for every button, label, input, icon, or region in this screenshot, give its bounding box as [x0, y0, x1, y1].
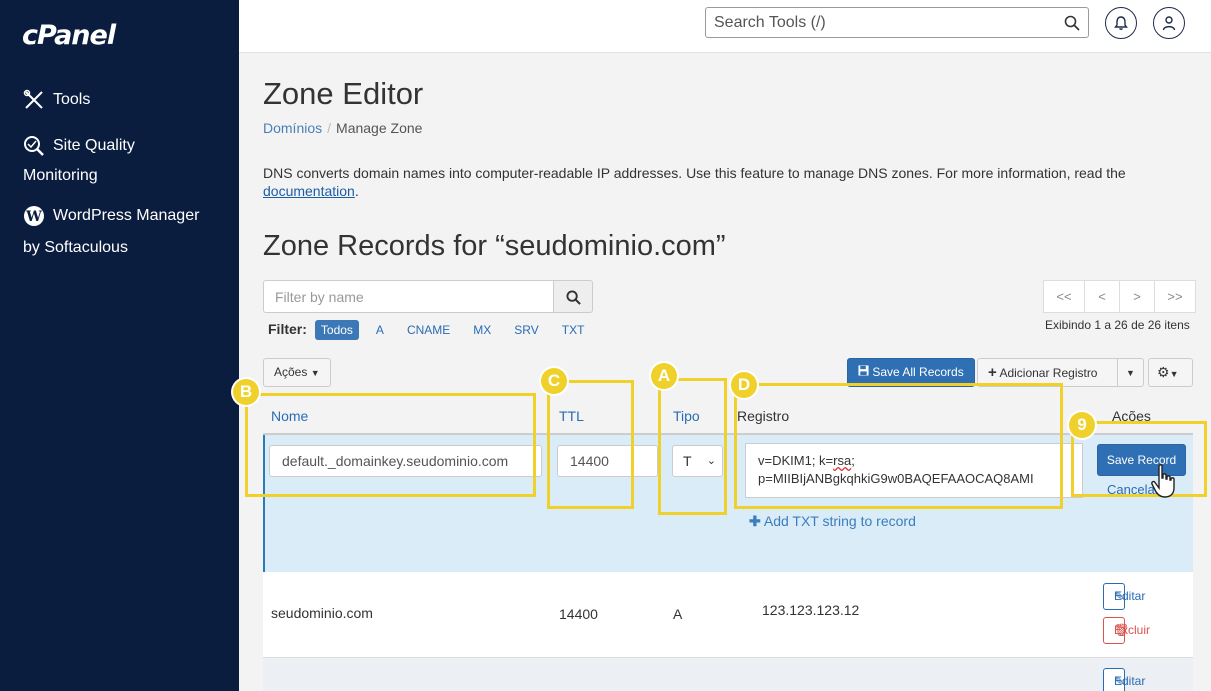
wordpress-icon: W — [23, 205, 45, 227]
filter-chip-cname[interactable]: CNAME — [401, 320, 456, 340]
type-filter-row: Filter: Todos A CNAME MX SRV TXT — [268, 320, 601, 340]
table-row: ✎ Editar — [263, 657, 1193, 691]
row-name: seudominio.com — [271, 605, 373, 621]
breadcrumb: Domínios / Manage Zone — [263, 120, 422, 136]
filter-chip-mx[interactable]: MX — [467, 320, 497, 340]
annotation-badge-c: C — [541, 368, 567, 394]
filter-chip-srv[interactable]: SRV — [508, 320, 544, 340]
documentation-link[interactable]: documentation — [263, 183, 355, 199]
annotation-badge-9: 9 — [1069, 412, 1095, 438]
svg-text:W: W — [25, 209, 42, 225]
filter-label: Filter: — [268, 321, 307, 337]
actions-label: Ações — [274, 365, 308, 379]
hand-cursor-icon — [1151, 464, 1175, 498]
annotation-badge-b: B — [233, 379, 259, 405]
caret-down-icon: ▼ — [1126, 368, 1135, 378]
tools-icon — [23, 89, 45, 111]
settings-dropdown-button[interactable]: ⚙▼ — [1148, 358, 1193, 387]
row-ttl: 14400 — [559, 606, 598, 622]
pagination: << < > >> — [1043, 280, 1196, 313]
annotation-box-b — [245, 393, 536, 497]
description-text: DNS converts domain names into computer-… — [263, 165, 1126, 181]
filter-chip-txt[interactable]: TXT — [556, 320, 591, 340]
add-record-label: Adicionar Registro — [999, 366, 1098, 380]
cpanel-logo[interactable]: cPanel — [22, 20, 116, 51]
first-page-button[interactable]: << — [1043, 280, 1085, 313]
edit-button[interactable]: ✎ Editar — [1103, 583, 1145, 610]
row-type: A — [673, 606, 683, 622]
add-record-dropdown-button[interactable]: ▼ — [1117, 358, 1144, 387]
edit-label: Editar — [1114, 674, 1146, 688]
filter-by-name-field[interactable] — [263, 280, 554, 313]
page-description: DNS converts domain names into computer-… — [263, 164, 1193, 200]
annotation-box-c — [547, 380, 634, 509]
filter-chip-a[interactable]: A — [370, 320, 390, 340]
sidebar-item-label: WordPress Manager — [53, 207, 200, 224]
search-icon[interactable] — [1064, 15, 1080, 31]
plus-icon: + — [988, 364, 997, 381]
search-tools-box[interactable] — [705, 7, 1089, 38]
sidebar-item-label: Tools — [53, 91, 91, 108]
actions-dropdown-button[interactable]: Ações ▼ — [263, 358, 331, 387]
save-all-label: Save All Records — [872, 365, 964, 379]
row-record: 123.123.123.12 — [762, 602, 860, 618]
main-content: Zone Editor Domínios / Manage Zone DNS con… — [239, 54, 1211, 691]
breadcrumb-domains-link[interactable]: Domínios — [263, 120, 322, 136]
table-row: seudominio.com 14400 A 123.123.123.12 ✎ … — [263, 572, 1193, 657]
delete-button[interactable]: 🗑 Excluir — [1103, 617, 1150, 644]
sidebar-item-label: Site Quality — [53, 137, 135, 154]
description-end: . — [354, 183, 359, 199]
annotation-badge-d: D — [731, 372, 757, 398]
filter-search-button[interactable] — [553, 280, 593, 313]
zone-records-title: Zone Records for “seudominio.com” — [263, 230, 726, 262]
filter-chip-todos[interactable]: Todos — [314, 320, 359, 340]
breadcrumb-separator: / — [327, 120, 332, 136]
sidebar-item-site-quality[interactable]: Site Quality — [23, 131, 135, 161]
annotation-box-a — [658, 378, 727, 515]
user-menu-button[interactable] — [1153, 7, 1185, 39]
plus-icon: ✚ — [749, 513, 761, 529]
next-page-button[interactable]: > — [1119, 280, 1155, 313]
sidebar-item-label-line2[interactable]: Monitoring — [23, 161, 98, 191]
pagination-info: Exibindo 1 a 26 de 26 itens — [1045, 318, 1190, 332]
bell-icon — [1114, 16, 1128, 30]
edit-button[interactable]: ✎ Editar — [1103, 668, 1145, 691]
search-tools-input[interactable] — [706, 8, 1046, 37]
notifications-button[interactable] — [1105, 7, 1137, 39]
annotation-box-d — [734, 383, 1063, 509]
sidebar-item-tools[interactable]: Tools — [23, 85, 90, 115]
breadcrumb-current: Manage Zone — [336, 120, 423, 136]
last-page-button[interactable]: >> — [1154, 280, 1196, 313]
previous-page-button[interactable]: < — [1084, 280, 1120, 313]
top-bar — [239, 0, 1211, 53]
edit-label: Editar — [1114, 589, 1146, 603]
add-txt-label: Add TXT string to record — [763, 513, 916, 529]
sidebar: cPanel Tools Site Quality Monitoring W W… — [0, 0, 239, 691]
annotation-badge-a: A — [651, 363, 677, 389]
magnifier-icon — [23, 135, 45, 157]
search-icon — [566, 290, 581, 305]
page-title: Zone Editor — [263, 76, 424, 111]
user-icon — [1162, 16, 1176, 31]
filter-by-name-input[interactable] — [264, 281, 544, 312]
gear-icon: ⚙ — [1157, 364, 1170, 380]
caret-down-icon: ▼ — [1169, 369, 1179, 379]
sidebar-item-label-line2[interactable]: by Softaculous — [23, 233, 128, 263]
delete-label: Excluir — [1114, 623, 1151, 637]
add-txt-string-link[interactable]: ✚ Add TXT string to record — [749, 513, 916, 530]
floppy-icon — [858, 365, 872, 379]
sidebar-item-wordpress[interactable]: W WordPress Manager — [23, 201, 199, 231]
caret-down-icon: ▼ — [310, 368, 320, 378]
